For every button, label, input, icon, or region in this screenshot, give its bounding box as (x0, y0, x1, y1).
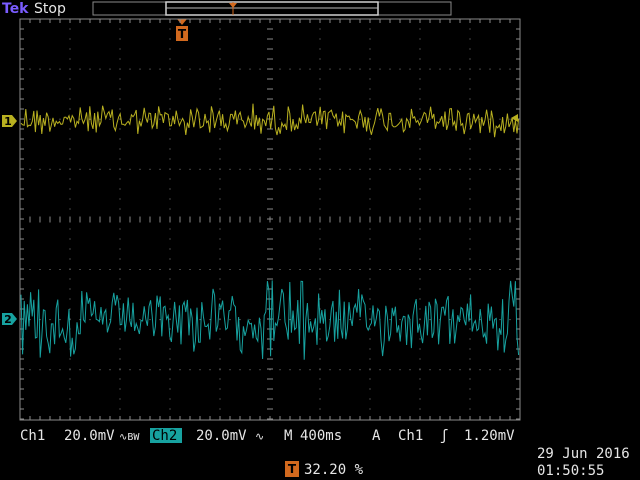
ch1-ground-marker[interactable]: 1 (2, 115, 17, 128)
status-bar: Ch1 20.0mV ∿BW Ch2 20.0mV ∿ M 400ms A Ch… (20, 428, 630, 479)
ch1-scale[interactable]: 20.0mV (64, 428, 115, 444)
time-readout: 01:50:55 (537, 463, 604, 479)
trigger-source[interactable]: Ch1 (398, 428, 423, 444)
date-readout: 29 Jun 2016 (537, 446, 630, 462)
ch1-marker-label: 1 (4, 115, 12, 128)
ch2-coupling-icon: ∿ (255, 430, 264, 443)
trigger-position-value[interactable]: 32.20 % (304, 462, 364, 478)
timebase-value[interactable]: 400ms (300, 428, 342, 444)
trigger-slope-icon: ʃ (440, 428, 448, 444)
timebase-prefix: M (284, 428, 292, 444)
ch2-marker-label: 2 (4, 313, 12, 326)
ch2-scale[interactable]: 20.0mV (196, 428, 247, 444)
top-bar: Tek Stop (2, 1, 452, 17)
trigger-position-icon-label: T (288, 462, 297, 476)
graticule (19, 18, 521, 421)
ch1-coupling-icon: ∿BW (119, 432, 140, 443)
trigger-marker-label: T (178, 27, 187, 41)
ch2-label[interactable]: Ch2 (152, 428, 177, 444)
oscilloscope-screen: Tek Stop T 1 2 Ch1 20.0mV ∿BW Ch2 20.0mV (2, 1, 630, 479)
ch1-label[interactable]: Ch1 (20, 428, 45, 444)
trigger-mode: A (372, 428, 381, 444)
trigger-pointer-icon (177, 19, 187, 25)
trigger-level-marker-icon[interactable] (511, 114, 518, 122)
ch2-waveform (20, 280, 520, 360)
acquisition-status[interactable]: Stop (34, 1, 66, 17)
ch2-ground-marker[interactable]: 2 (2, 313, 17, 326)
brand-logo: Tek (2, 1, 29, 17)
trigger-position-marker[interactable]: T (176, 19, 188, 41)
trigger-level[interactable]: 1.20mV (464, 428, 515, 444)
